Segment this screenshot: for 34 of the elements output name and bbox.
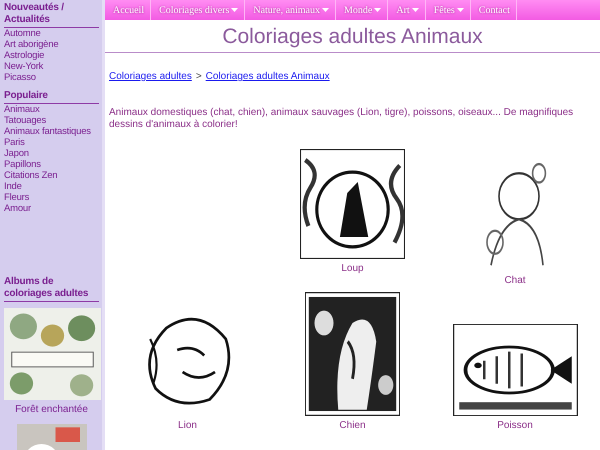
sidebar-link[interactable]: Amour <box>4 203 99 214</box>
caret-icon <box>374 8 382 12</box>
caret-icon <box>322 8 329 12</box>
sidebar-link[interactable]: Art aborigène <box>4 39 99 50</box>
sidebar-link[interactable]: Astrologie <box>4 50 99 61</box>
sidebar-heading: Nouveautés / Actualités <box>4 2 99 28</box>
caret-icon <box>456 8 464 12</box>
sidebar-heading: Populaire <box>4 90 99 104</box>
sidebar-link[interactable]: Inde <box>4 181 99 192</box>
sidebar-heading: Albums de coloriages adultes <box>4 276 99 302</box>
sidebar-link[interactable]: New-York <box>4 61 99 72</box>
sidebar-link[interactable]: Animaux <box>4 104 99 115</box>
drawing-caption[interactable]: Chien <box>339 420 366 431</box>
sidebar-link[interactable]: Automne <box>4 28 99 39</box>
sidebar-link[interactable]: Animaux fantastiques <box>4 126 99 137</box>
breadcrumb-separator: > <box>196 71 202 82</box>
caret-icon <box>412 8 419 12</box>
caret-icon <box>231 8 238 12</box>
album-caption[interactable]: Forêt enchantée <box>4 404 99 415</box>
breadcrumb-link[interactable]: Coloriages adultes <box>109 71 192 82</box>
intro-text: Animaux domestiques (chat, chien), animaux sauvages (Lion, tigre), poissons, oiseaux... De magnifiques dessins d'animaux à colorier! <box>109 107 574 131</box>
sidebar-link[interactable]: Citations Zen <box>4 170 99 181</box>
drawing-caption[interactable]: Chat <box>504 275 526 286</box>
sidebar-link[interactable]: Paris <box>4 137 99 148</box>
sidebar-link[interactable]: Fleurs <box>4 192 99 203</box>
sidebar-link[interactable]: Papillons <box>4 159 99 170</box>
breadcrumb-link[interactable]: Coloriages adultes Animaux <box>206 71 330 82</box>
page-title: Coloriages adultes Animaux <box>105 23 600 53</box>
sidebar-link[interactable]: Tatouages <box>4 115 99 126</box>
drawing-caption[interactable]: Poisson <box>497 420 533 431</box>
drawing-caption[interactable]: Loup <box>341 263 364 274</box>
drawing-caption[interactable]: Lion <box>178 420 197 431</box>
sidebar-link[interactable]: Japon <box>4 148 99 159</box>
sidebar-link[interactable]: Picasso <box>4 72 99 83</box>
